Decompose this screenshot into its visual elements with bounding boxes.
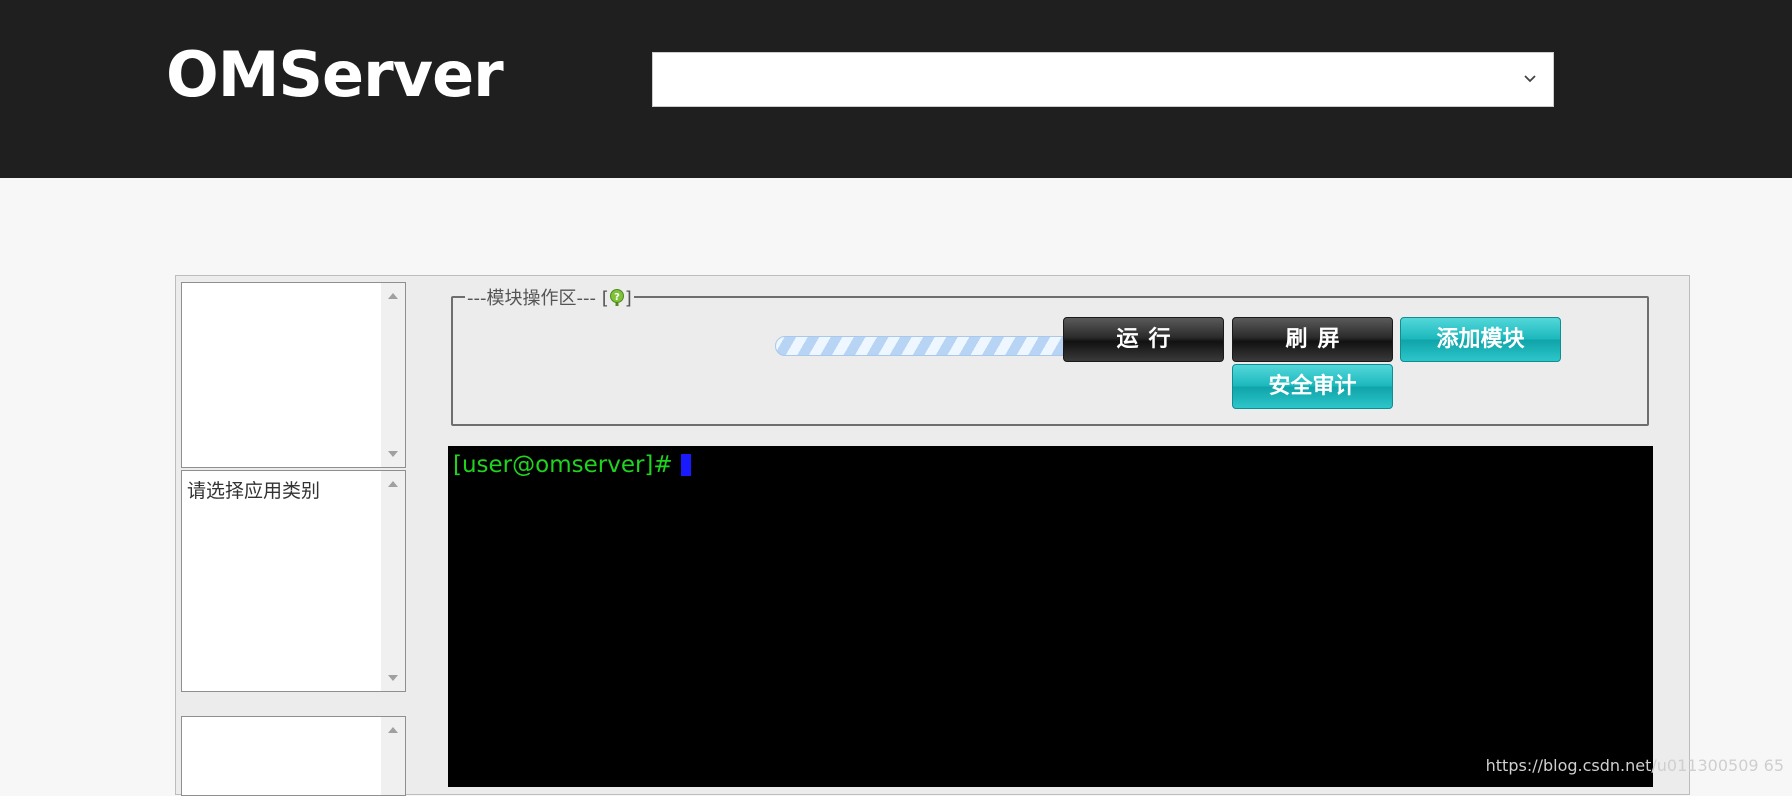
scrollbar[interactable] — [381, 283, 405, 467]
app-category-listbox[interactable]: 请选择应用类别 — [181, 470, 406, 692]
add-module-button[interactable]: 添加模块 — [1400, 317, 1561, 362]
scrollbar[interactable] — [381, 471, 405, 691]
module-listbox[interactable] — [181, 716, 406, 796]
help-icon[interactable]: ? — [609, 289, 625, 307]
svg-text:?: ? — [614, 292, 620, 303]
scroll-up-icon[interactable] — [388, 481, 398, 487]
scroll-down-icon[interactable] — [388, 675, 398, 681]
brand-logo: OMServer — [166, 38, 504, 111]
server-select[interactable] — [652, 52, 1554, 107]
scroll-up-icon[interactable] — [388, 293, 398, 299]
top-header: OMServer — [0, 0, 1792, 178]
scroll-down-icon[interactable] — [388, 451, 398, 457]
watermark: https://blog.csdn.net/u011300509 65 — [1485, 756, 1784, 775]
scrollbar[interactable] — [381, 717, 405, 795]
app-category-placeholder: 请选择应用类别 — [187, 480, 321, 502]
terminal-prompt: [user@omserver]# — [453, 452, 691, 478]
scroll-up-icon[interactable] — [388, 727, 398, 733]
security-audit-button[interactable]: 安全审计 — [1232, 364, 1393, 409]
module-area-legend: ---模块操作区--- [?] — [467, 288, 632, 309]
chevron-down-icon — [1524, 75, 1536, 83]
run-button[interactable]: 运行 — [1063, 317, 1224, 362]
host-listbox[interactable] — [181, 282, 406, 468]
refresh-button[interactable]: 刷屏 — [1232, 317, 1393, 362]
progress-bar — [775, 336, 1087, 356]
terminal-output[interactable]: [user@omserver]# — [448, 446, 1653, 787]
terminal-cursor — [680, 454, 691, 476]
